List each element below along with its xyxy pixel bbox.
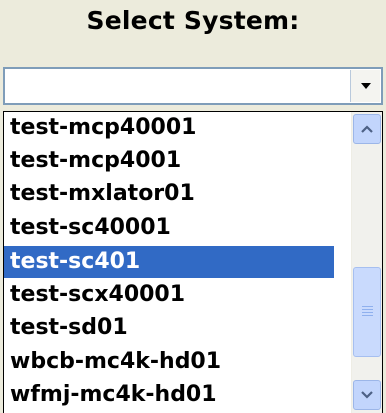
list-item-selected[interactable]: test-sc401 — [4, 246, 334, 278]
list-item[interactable]: test-mcp4001 — [4, 145, 334, 177]
scroll-down-button[interactable] — [353, 380, 381, 410]
page-title: Select System: — [86, 6, 300, 35]
list-item[interactable]: test-sd01 — [4, 312, 334, 344]
list-item[interactable]: test-mxlator01 — [4, 178, 334, 210]
list-item[interactable]: test-sc40001 — [4, 212, 334, 244]
list-item[interactable]: wbcb-mc4k-hd01 — [4, 346, 334, 378]
chevron-down-icon — [361, 391, 373, 399]
system-select[interactable] — [3, 67, 383, 105]
scrollbar-thumb[interactable] — [353, 267, 381, 357]
chevron-down-icon — [360, 83, 371, 89]
vertical-scrollbar[interactable] — [351, 112, 382, 413]
chevron-up-icon — [361, 125, 373, 133]
scroll-up-button[interactable] — [353, 114, 381, 144]
list-item[interactable]: wfmj-mc4k-hd01 — [4, 379, 334, 411]
list-item[interactable]: test-scx40001 — [4, 279, 334, 311]
system-listbox[interactable]: test-mcp40001 test-mcp4001 test-mxlator0… — [3, 111, 383, 413]
select-dropdown-button[interactable] — [350, 70, 380, 102]
list-item[interactable]: test-mcp40001 — [4, 112, 334, 144]
